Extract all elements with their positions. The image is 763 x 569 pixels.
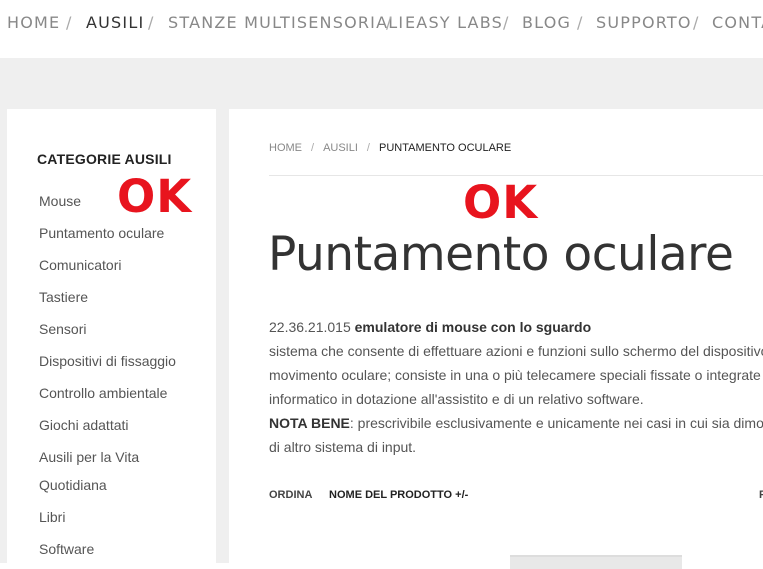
sort-by-name-button[interactable]: NOME DEL PRODOTTO +/- <box>329 489 468 501</box>
sort-option-edge[interactable]: P <box>759 489 763 501</box>
sort-label: ORDINA <box>269 489 312 501</box>
breadcrumb-separator: / <box>366 142 370 154</box>
category-comunicatori[interactable]: Comunicatori <box>39 257 121 273</box>
nav-separator: / <box>66 13 72 32</box>
description-line: informatico in dotazione all'assistito e… <box>269 391 644 407</box>
product-code-label: emulatore di mouse con lo sguardo <box>354 319 592 335</box>
category-mouse[interactable]: Mouse <box>39 193 81 209</box>
nota-bene-label: NOTA BENE <box>269 415 350 431</box>
nav-home[interactable]: HOME <box>7 13 60 32</box>
category-ausili-vita-quotidiana[interactable]: Quotidiana <box>39 477 107 493</box>
category-controllo-ambientale[interactable]: Controllo ambientale <box>39 385 167 401</box>
sort-bar: ORDINA NOME DEL PRODOTTO +/- <box>269 489 468 501</box>
product-code: 22.36.21.015 <box>269 319 351 335</box>
product-thumbnail[interactable] <box>510 555 682 569</box>
category-sensori[interactable]: Sensori <box>39 321 86 337</box>
nav-easy-labs[interactable]: EASY LABS <box>405 13 503 32</box>
nav-separator: / <box>386 13 392 32</box>
top-navigation: HOME / AUSILI / STANZE MULTISENSORIALI /… <box>0 0 763 58</box>
product-code-line: 22.36.21.015 emulatore di mouse con lo s… <box>269 319 763 335</box>
nav-contatti[interactable]: CONTA <box>712 13 763 32</box>
category-puntamento-oculare[interactable]: Puntamento oculare <box>39 225 164 241</box>
nav-ausili[interactable]: AUSILI <box>86 13 144 32</box>
nav-separator: / <box>577 13 583 32</box>
ok-annotation-sidebar: OK <box>117 170 193 223</box>
sidebar-title: CATEGORIE AUSILI <box>37 151 172 167</box>
nav-separator: / <box>148 13 154 32</box>
nav-supporto[interactable]: SUPPORTO <box>596 13 692 32</box>
nav-separator: / <box>503 13 509 32</box>
category-tastiere[interactable]: Tastiere <box>39 289 88 305</box>
breadcrumb-ausili[interactable]: AUSILI <box>323 142 358 154</box>
nav-stanze-multisensoriali[interactable]: STANZE MULTISENSORIALI <box>168 13 404 32</box>
nav-blog[interactable]: BLOG <box>522 13 571 32</box>
category-dispositivi-fissaggio[interactable]: Dispositivi di fissaggio <box>39 353 176 369</box>
description-line: movimento oculare; consiste in una o più… <box>269 367 761 383</box>
breadcrumb: HOME / AUSILI / PUNTAMENTO OCULARE <box>269 142 511 154</box>
breadcrumb-home[interactable]: HOME <box>269 142 302 154</box>
category-ausili-vita[interactable]: Ausili per la Vita <box>39 449 139 465</box>
breadcrumb-current: PUNTAMENTO OCULARE <box>378 142 512 154</box>
description-line: di altro sistema di input. <box>269 439 417 455</box>
breadcrumb-separator: / <box>311 142 315 154</box>
category-software[interactable]: Software <box>39 541 94 557</box>
ok-annotation-content: OK <box>463 176 539 229</box>
nav-separator: / <box>693 13 699 32</box>
nota-bene-line: NOTA BENE: prescrivibile esclusivamente … <box>269 415 763 431</box>
nota-bene-text: : prescrivibile esclusivamente e unicame… <box>349 415 763 431</box>
category-giochi-adattati[interactable]: Giochi adattati <box>39 417 129 433</box>
category-libri[interactable]: Libri <box>39 509 65 525</box>
page-title: Puntamento oculare <box>268 227 734 282</box>
description-line: sistema che consente di effettuare azion… <box>269 343 763 359</box>
